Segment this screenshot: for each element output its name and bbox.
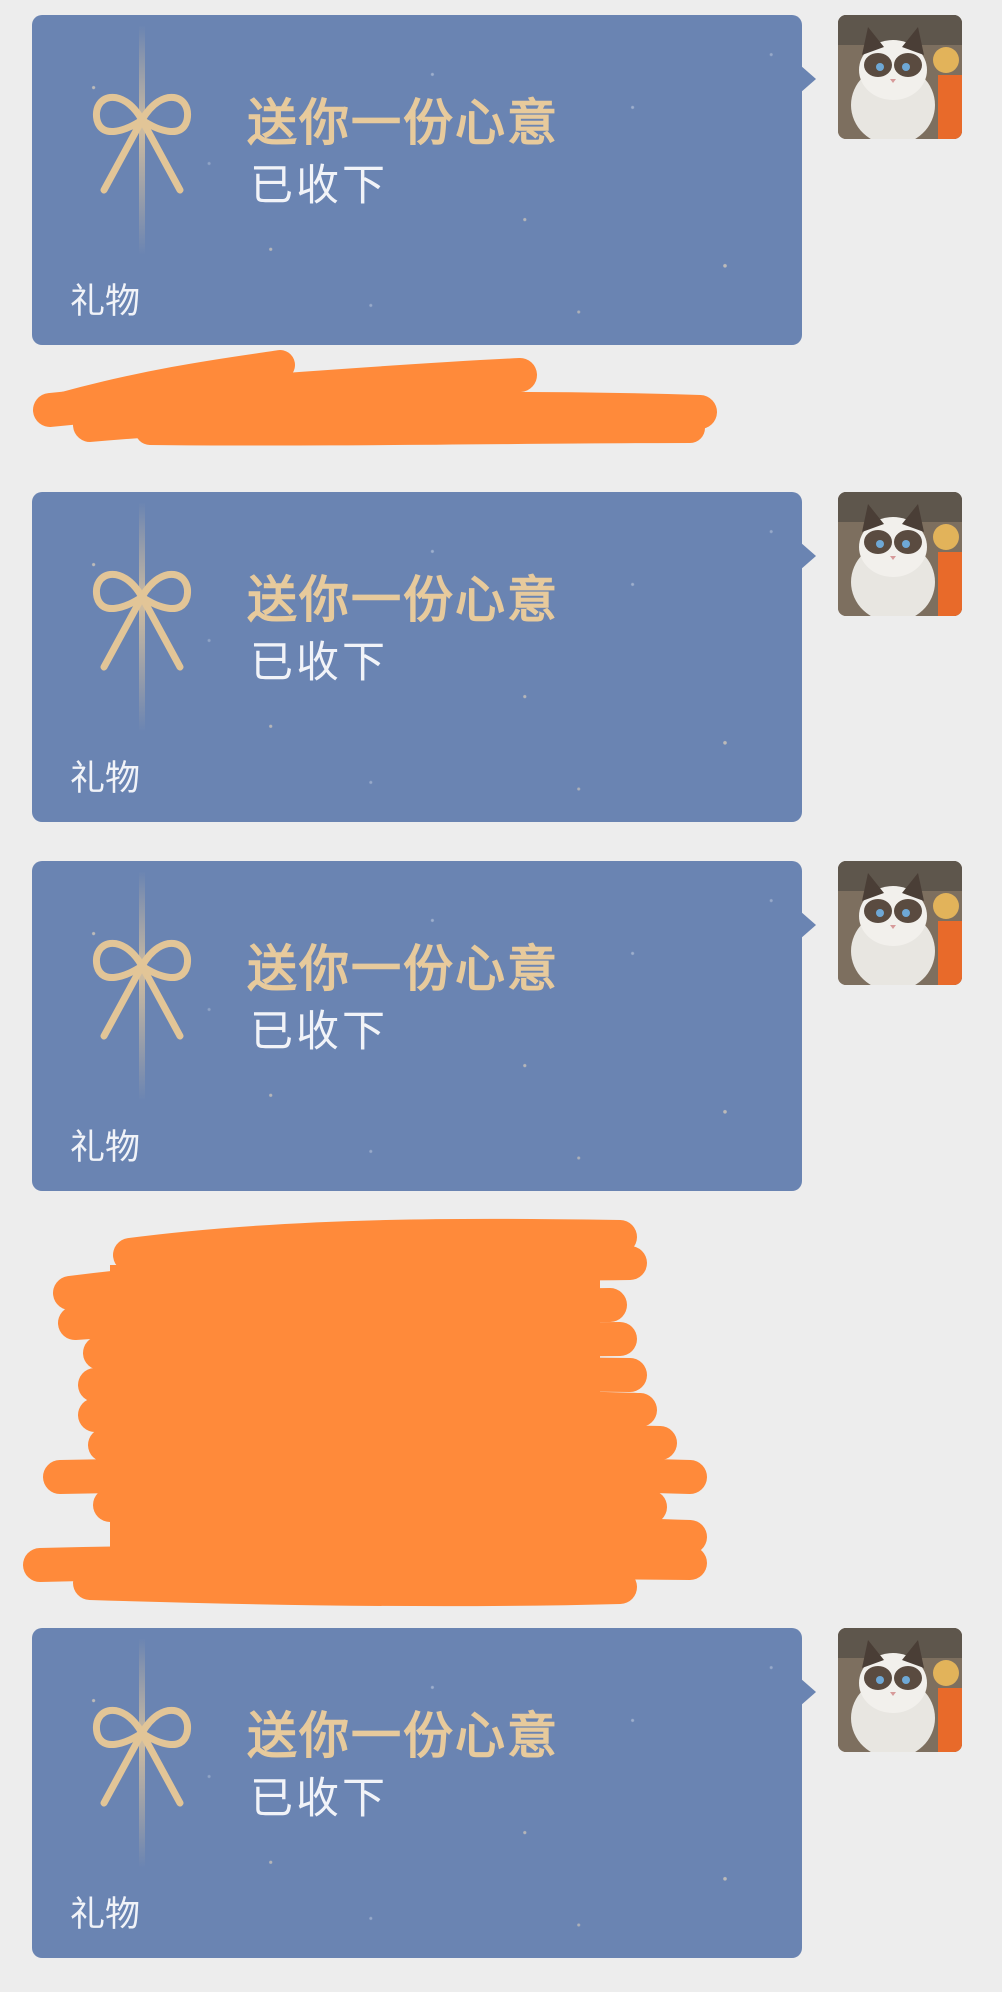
- cat-avatar-icon[interactable]: [838, 492, 962, 616]
- gift-message: 送你一份心意 已收下 礼物: [32, 492, 962, 827]
- gift-message: 送你一份心意 已收下 礼物: [32, 1628, 962, 1963]
- gift-title: 送你一份心意: [247, 94, 559, 152]
- gift-status: 已收下: [250, 1007, 388, 1057]
- bow-icon: [93, 871, 191, 1101]
- bow-icon: [93, 25, 191, 255]
- gift-label: 礼物: [70, 759, 141, 799]
- gift-status: 已收下: [250, 638, 388, 688]
- gift-label: 礼物: [70, 1895, 141, 1935]
- gift-title: 送你一份心意: [247, 940, 559, 998]
- chat-screen: 送你一份心意 已收下 礼物 送你一份心意 已收下 礼物 送你一份心意 已收下 礼…: [0, 0, 1002, 1992]
- bow-icon: [93, 1638, 191, 1868]
- bubble-tail: [800, 65, 816, 93]
- gift-message: 送你一份心意 已收下 礼物: [32, 861, 962, 1196]
- bubble-tail: [800, 542, 816, 570]
- gift-title: 送你一份心意: [247, 1707, 559, 1765]
- cat-avatar-icon[interactable]: [838, 15, 962, 139]
- redacted-scribble: [33, 350, 717, 446]
- cat-avatar-icon[interactable]: [838, 861, 962, 985]
- gift-message: 送你一份心意 已收下 礼物: [32, 15, 962, 350]
- gift-status: 已收下: [250, 161, 388, 211]
- redacted-scribble: [23, 1218, 707, 1607]
- gift-label: 礼物: [70, 1128, 141, 1168]
- gift-label: 礼物: [70, 282, 141, 322]
- bow-icon: [93, 502, 191, 732]
- gift-card[interactable]: 送你一份心意 已收下 礼物: [32, 861, 802, 1191]
- gift-title: 送你一份心意: [247, 571, 559, 629]
- bubble-tail: [800, 911, 816, 939]
- bubble-tail: [800, 1678, 816, 1706]
- gift-card[interactable]: 送你一份心意 已收下 礼物: [32, 1628, 802, 1958]
- cat-avatar-icon[interactable]: [838, 1628, 962, 1752]
- gift-status: 已收下: [250, 1774, 388, 1824]
- gift-card[interactable]: 送你一份心意 已收下 礼物: [32, 492, 802, 822]
- gift-card[interactable]: 送你一份心意 已收下 礼物: [32, 15, 802, 345]
